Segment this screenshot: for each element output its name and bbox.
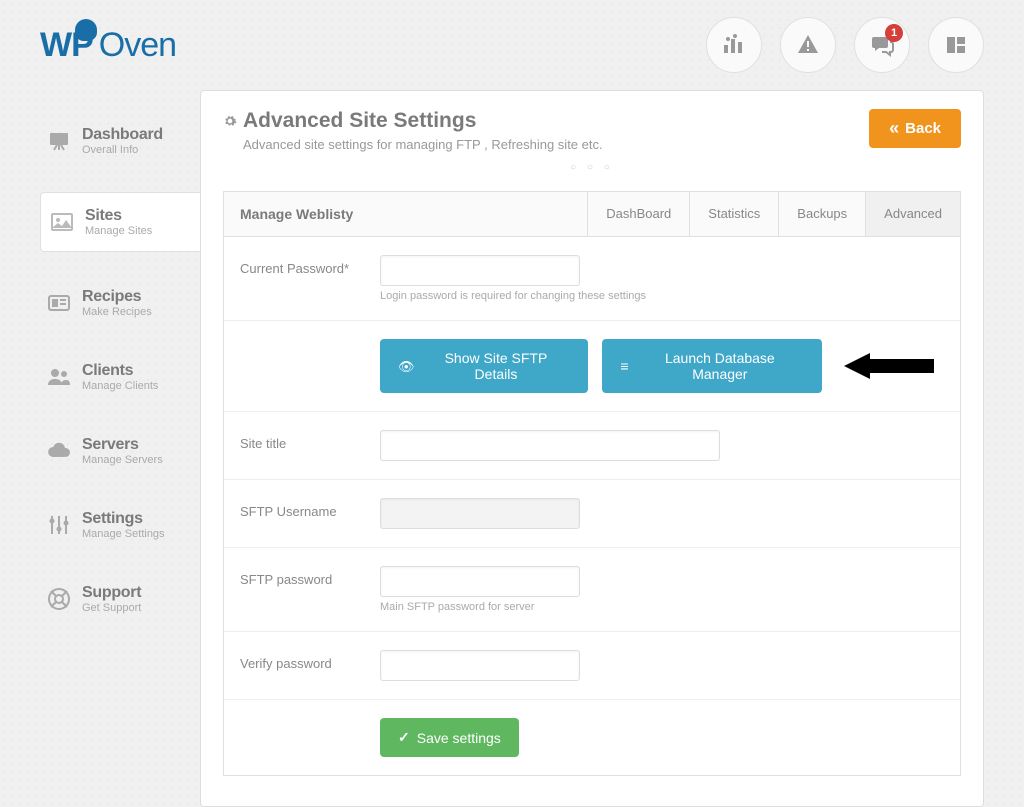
sidebar-item-dashboard[interactable]: DashboardOverall Info bbox=[40, 118, 188, 164]
sidebar-item-sub: Manage Sites bbox=[85, 225, 152, 237]
sidebar-item-label: Sites bbox=[85, 207, 152, 225]
page-subtitle: Advanced site settings for managing FTP … bbox=[243, 137, 603, 152]
page-title: Advanced Site Settings bbox=[223, 109, 603, 133]
sftp-password-helper: Main SFTP password for server bbox=[380, 601, 944, 613]
current-password-input[interactable] bbox=[380, 255, 580, 286]
tab-backups[interactable]: Backups bbox=[778, 192, 865, 236]
header-stats-button[interactable] bbox=[706, 17, 762, 73]
current-password-helper: Login password is required for changing … bbox=[380, 290, 944, 302]
launch-db-button[interactable]: Launch Database Manager bbox=[602, 339, 822, 393]
logo-text-2: Oven bbox=[99, 26, 176, 65]
content-panel: Advanced Site Settings Advanced site set… bbox=[200, 90, 984, 807]
lifebuoy-icon bbox=[46, 587, 72, 611]
sidebar-item-sites[interactable]: SitesManage Sites bbox=[40, 192, 201, 252]
sftp-password-label: SFTP password bbox=[240, 566, 380, 587]
sidebar-item-sub: Manage Settings bbox=[82, 528, 165, 540]
header-alert-button[interactable] bbox=[780, 17, 836, 73]
card-icon bbox=[46, 291, 72, 315]
pager-dots: ○ ○ ○ bbox=[223, 162, 961, 173]
sidebar-item-sub: Get Support bbox=[82, 602, 141, 614]
sidebar-item-label: Dashboard bbox=[82, 126, 163, 144]
layout-icon bbox=[944, 33, 968, 57]
eye-icon bbox=[398, 358, 415, 375]
sidebar-item-sub: Overall Info bbox=[82, 144, 163, 156]
warning-icon bbox=[796, 33, 820, 57]
sidebar-item-label: Support bbox=[82, 584, 141, 602]
site-title-input[interactable] bbox=[380, 430, 720, 461]
check-icon bbox=[398, 729, 410, 746]
sidebar-item-servers[interactable]: ServersManage Servers bbox=[40, 428, 188, 474]
save-settings-button[interactable]: Save settings bbox=[380, 718, 519, 757]
header-comments-button[interactable]: 1 bbox=[854, 17, 910, 73]
arrow-annotation bbox=[844, 349, 944, 383]
sidebar-item-label: Recipes bbox=[82, 288, 152, 306]
sidebar-item-recipes[interactable]: RecipesMake Recipes bbox=[40, 280, 188, 326]
bars-icon bbox=[722, 33, 746, 57]
chef-hat-icon bbox=[75, 19, 97, 41]
sidebar-item-support[interactable]: SupportGet Support bbox=[40, 576, 188, 622]
sidebar-item-sub: Manage Clients bbox=[82, 380, 158, 392]
sftp-username-input bbox=[380, 498, 580, 529]
verify-password-label: Verify password bbox=[240, 650, 380, 671]
back-button[interactable]: Back bbox=[869, 109, 961, 148]
sidebar-item-clients[interactable]: ClientsManage Clients bbox=[40, 354, 188, 400]
sidebar-item-sub: Manage Servers bbox=[82, 454, 163, 466]
tab-statistics[interactable]: Statistics bbox=[689, 192, 778, 236]
logo[interactable]: WPOven bbox=[40, 26, 176, 65]
image-icon bbox=[49, 210, 75, 234]
users-icon bbox=[46, 365, 72, 389]
tab-heading: Manage Weblisty bbox=[224, 192, 587, 236]
cloud-icon bbox=[46, 439, 72, 463]
site-title-label: Site title bbox=[240, 430, 380, 451]
sftp-password-input[interactable] bbox=[380, 566, 580, 597]
header-layout-button[interactable] bbox=[928, 17, 984, 73]
gear-icon bbox=[223, 114, 237, 128]
sidebar-item-label: Clients bbox=[82, 362, 158, 380]
current-password-label: Current Password* bbox=[240, 255, 380, 276]
notification-badge: 1 bbox=[885, 24, 903, 42]
list-icon bbox=[620, 358, 628, 374]
sliders-icon bbox=[46, 513, 72, 537]
show-sftp-button[interactable]: Show Site SFTP Details bbox=[380, 339, 588, 393]
sidebar: DashboardOverall Info SitesManage Sites … bbox=[40, 90, 188, 807]
sidebar-item-label: Settings bbox=[82, 510, 165, 528]
sidebar-item-sub: Make Recipes bbox=[82, 306, 152, 318]
tab-advanced[interactable]: Advanced bbox=[865, 192, 960, 236]
presentation-icon bbox=[46, 129, 72, 153]
verify-password-input[interactable] bbox=[380, 650, 580, 681]
tab-dashboard[interactable]: DashBoard bbox=[587, 192, 689, 236]
back-icon bbox=[889, 119, 899, 138]
tabs: Manage Weblisty DashBoard Statistics Bac… bbox=[223, 191, 961, 237]
sidebar-item-label: Servers bbox=[82, 436, 163, 454]
sidebar-item-settings[interactable]: SettingsManage Settings bbox=[40, 502, 188, 548]
sftp-username-label: SFTP Username bbox=[240, 498, 380, 519]
